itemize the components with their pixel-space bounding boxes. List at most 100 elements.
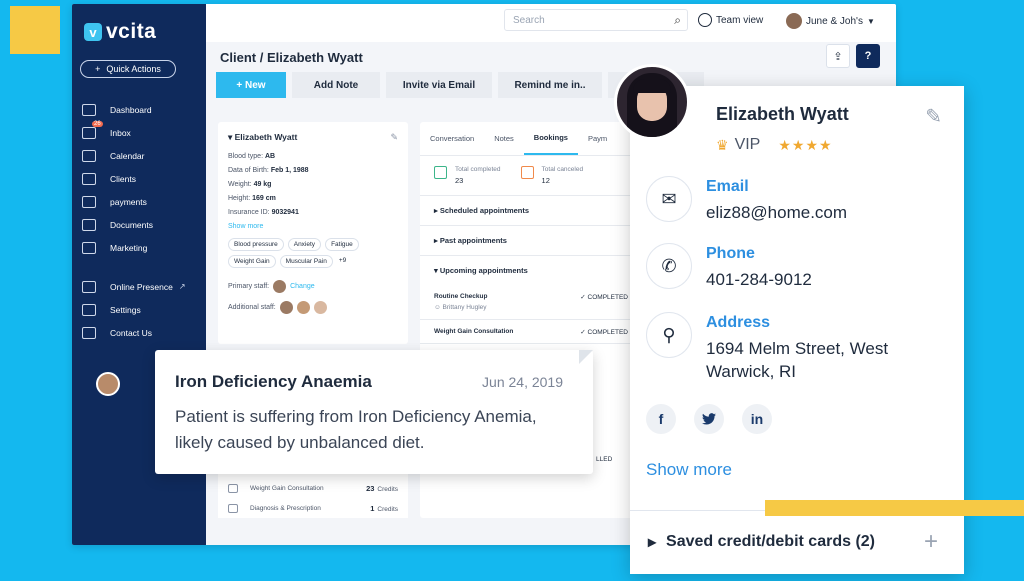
decorative-yellow-bar [765,500,1024,516]
past-appointments-toggle[interactable]: ▸ Past appointments [420,226,642,256]
add-note-button[interactable]: Add Note [292,72,380,98]
search-input[interactable]: Search ⌕ [504,9,688,31]
contact-avatar [614,64,690,140]
dashboard-icon [82,103,96,116]
edit-icon[interactable]: ✎ [390,132,398,143]
staff-avatar [296,301,310,314]
field-value: Feb 1, 1988 [270,167,309,174]
package-icon [228,483,238,493]
status-text: COMPLETED [587,329,628,336]
saved-cards-label: Saved credit/debit cards (2) [666,533,875,550]
change-link[interactable]: Change [290,283,315,290]
upcoming-appointments-toggle[interactable]: ▾ Upcoming appointments [420,256,642,285]
envelope-icon: ✉ [646,176,692,222]
primary-staff-row: Primary staff: Change [228,280,398,293]
nav-divider [82,259,186,275]
new-button[interactable]: + New [216,72,286,98]
saved-cards-toggle[interactable]: ▸ Saved credit/debit cards (2) [648,532,875,552]
staff-avatar [279,301,293,314]
note-card[interactable]: Iron Deficiency Anaemia Jun 24, 2019 Pat… [155,350,593,474]
tab-bookings[interactable]: Bookings [523,122,578,155]
quick-actions-button[interactable]: + Quick Actions [80,60,176,78]
inbox-badge: 26 [92,121,103,127]
field-label: Insurance ID: [228,209,270,216]
field-value: 169 cm [252,195,276,202]
tab-payments[interactable]: Paym [578,122,617,155]
account-name: June & Joh's [806,15,863,27]
sidebar-item-documents[interactable]: Documents [82,213,186,236]
phone-value[interactable]: 401-284-9012 [706,268,812,291]
pencil-icon[interactable]: ✎ [925,104,942,129]
facebook-icon[interactable]: f [646,404,676,434]
logo[interactable]: v vcita [84,20,156,44]
sidebar-item-calendar[interactable]: Calendar [82,144,186,167]
clients-icon [82,172,96,185]
more-tags-count[interactable]: +9 [337,255,348,268]
user-avatar[interactable] [96,372,120,396]
team-view-button[interactable]: Team view [698,13,763,27]
location-pin-icon: ⚲ [646,312,692,358]
email-field: ✉ Email eliz88@home.com [646,176,847,224]
sidebar-item-settings[interactable]: Settings [82,298,186,321]
tab-notes[interactable]: Notes [484,122,524,155]
client-name[interactable]: ▾ Elizabeth Wyatt [228,132,398,143]
sidebar-item-label: Calendar [110,150,145,161]
sidebar-item-label: Settings [110,304,141,315]
search-icon[interactable]: ⌕ [674,13,681,28]
sidebar-item-online-presence[interactable]: Online Presence ↗ [82,275,186,298]
caret-right-icon: ▸ [648,534,657,551]
field-label: Address [706,314,771,331]
account-menu[interactable]: June & Joh's ▼ [786,13,875,29]
tag[interactable]: Anxiety [287,238,322,251]
sidebar-item-inbox[interactable]: 26 Inbox [82,121,186,144]
documents-icon [82,218,96,231]
avatar-bangs [633,79,671,93]
email-value[interactable]: eliz88@home.com [706,201,847,224]
tab-conversation[interactable]: Conversation [420,122,484,155]
sidebar-item-contact-us[interactable]: Contact Us [82,321,186,344]
client-field-row: Weight: 49 kg [228,181,398,188]
show-more-link[interactable]: Show more [646,460,732,480]
invite-email-button[interactable]: Invite via Email [386,72,492,98]
appointment-row[interactable]: Routine Checkup ☺ Brittany Hugley ✓ COMP… [420,285,642,320]
credit-name: Weight Gain Consultation [250,484,324,492]
scheduled-appointments-toggle[interactable]: ▸ Scheduled appointments [420,196,642,226]
sidebar-item-payments[interactable]: payments [82,190,186,213]
gear-icon [82,303,96,316]
caret-down-icon: ▾ [228,132,235,142]
tag[interactable]: Muscular Pain [279,255,333,268]
sidebar-item-dashboard[interactable]: Dashboard [82,98,186,121]
credit-row: Diagnosis & Prescription 1 Credits [228,498,398,518]
appointment-row[interactable]: Weight Gain Consultation ✓ COMPLETED [420,320,642,344]
sidebar-item-label: Contact Us [110,327,153,338]
inbox-icon [82,126,96,139]
twitter-icon[interactable] [694,404,724,434]
share-button[interactable]: ⇪ [826,44,850,68]
tag[interactable]: Fatigue [325,238,359,251]
stat-label: Total canceled [541,166,584,173]
field-value: 9032941 [271,209,299,216]
status-badge: ✓ COMPLETED [580,293,628,301]
appointment-staff-name: Brittany Hugley [442,304,487,311]
mail-icon [82,326,96,339]
booking-stats: Total completed 23 Total canceled 12 [420,156,642,196]
status-badge: LLED [596,456,613,463]
page-title: Client / Elizabeth Wyatt [220,50,363,65]
tag[interactable]: Blood pressure [228,238,284,251]
help-button[interactable]: ? [856,44,880,68]
tag[interactable]: Weight Gain [228,255,276,268]
sidebar-item-marketing[interactable]: Marketing [82,236,186,259]
decorative-yellow-square [10,6,60,54]
sidebar-item-clients[interactable]: Clients [82,167,186,190]
sidebar-item-label: payments [110,196,147,207]
add-card-button[interactable]: + [924,528,938,556]
status-badge: ✓ COMPLETED [580,328,628,336]
tier-label: VIP [734,136,761,153]
stat-completed: Total completed 23 [434,166,501,185]
remind-me-button[interactable]: Remind me in.. [498,72,602,98]
show-more-link[interactable]: Show more [228,223,398,230]
linkedin-icon[interactable]: in [742,404,772,434]
address-value[interactable]: 1694 Melm Street, West Warwick, RI [706,337,888,383]
note-body: Patient is suffering from Iron Deficienc… [175,407,537,452]
field-value: AB [264,153,276,160]
